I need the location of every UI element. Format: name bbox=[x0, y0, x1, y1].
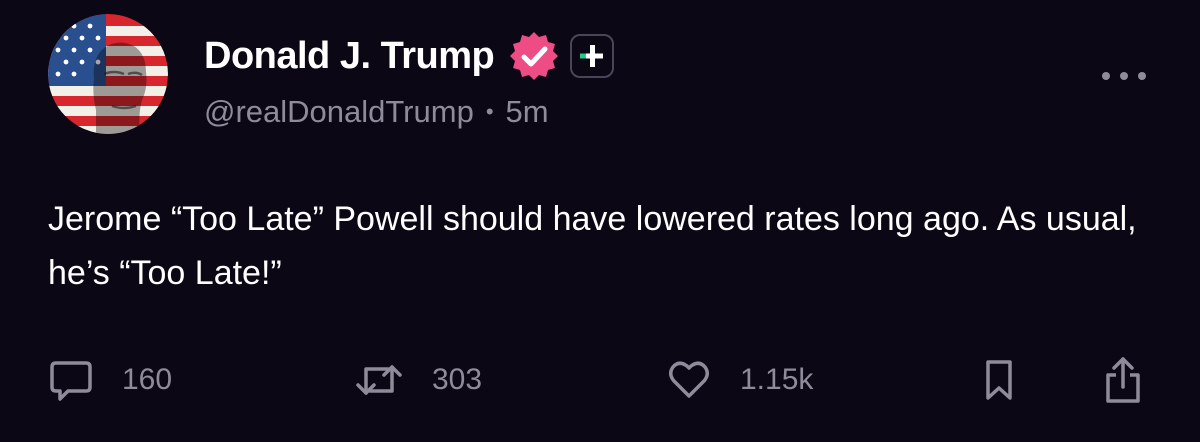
post-card: Donald J. Trump @realDonaldTrump • 5m Je… bbox=[0, 0, 1200, 442]
reply-count: 160 bbox=[122, 363, 173, 396]
separator-dot: • bbox=[485, 99, 494, 124]
heart-icon bbox=[669, 361, 709, 398]
reply-button[interactable]: 160 bbox=[48, 352, 172, 408]
handle-row: @realDonaldTrump • 5m bbox=[204, 94, 549, 130]
more-options-icon[interactable] bbox=[1102, 62, 1146, 90]
post-timestamp[interactable]: 5m bbox=[506, 94, 549, 130]
repost-icon bbox=[356, 365, 402, 395]
repost-button[interactable]: 303 bbox=[354, 352, 482, 408]
like-count: 1.15k bbox=[740, 363, 814, 396]
bookmark-button[interactable] bbox=[976, 352, 1022, 408]
action-bar: 160 303 1.15k bbox=[48, 352, 1158, 408]
reply-icon bbox=[50, 361, 92, 401]
share-button[interactable] bbox=[1100, 352, 1146, 408]
author-row: Donald J. Trump bbox=[204, 30, 615, 82]
like-button[interactable]: 1.15k bbox=[666, 352, 813, 408]
post-body: Jerome “Too Late” Powell should have low… bbox=[48, 200, 1137, 292]
bookmark-icon bbox=[986, 360, 1012, 400]
flag-portrait-avatar-icon bbox=[48, 14, 168, 134]
author-handle[interactable]: @realDonaldTrump bbox=[204, 94, 474, 130]
verified-badge-icon bbox=[508, 30, 560, 82]
repost-count: 303 bbox=[432, 363, 483, 396]
author-avatar[interactable] bbox=[48, 14, 168, 134]
plus-subscribe-icon[interactable] bbox=[570, 34, 615, 78]
author-display-name[interactable]: Donald J. Trump bbox=[204, 35, 495, 78]
share-icon bbox=[1106, 357, 1140, 403]
